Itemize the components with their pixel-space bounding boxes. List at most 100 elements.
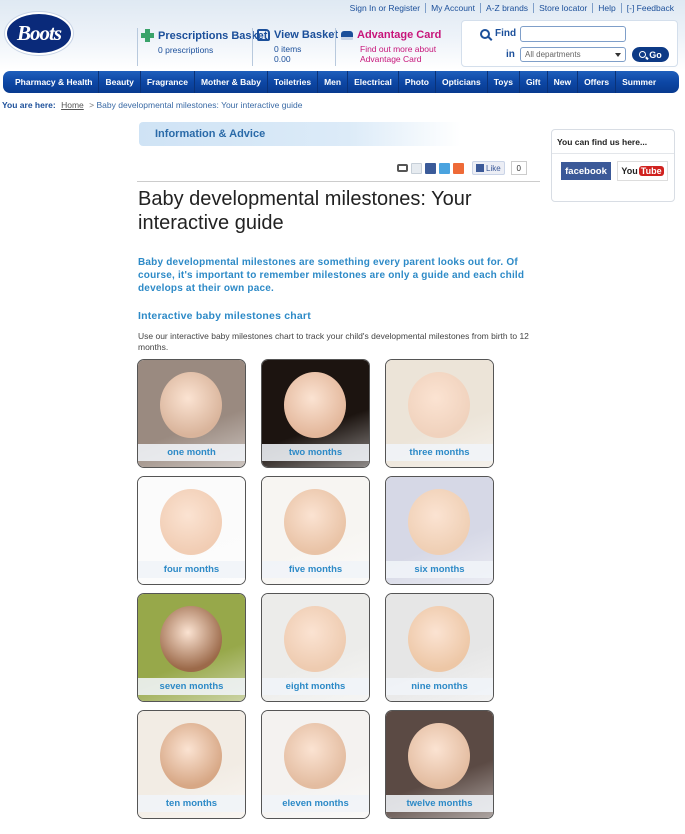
site-header: Boots Sign In or Register My Account A-Z… [0, 0, 685, 70]
main-nav: Pharmacy & Health Beauty Fragrance Mothe… [3, 71, 679, 93]
advantage-card-icon [341, 30, 353, 40]
find-label: Find [495, 28, 517, 39]
facebook-link[interactable]: facebook [561, 162, 611, 180]
social-panel-heading: You can find us here... [552, 130, 674, 154]
facebook-icon [476, 164, 484, 172]
milestone-label: seven months [138, 678, 245, 695]
boots-logo[interactable]: Boots [5, 12, 73, 55]
advantage-card-line2[interactable]: Advantage Card [341, 54, 441, 64]
my-account-link[interactable]: My Account [425, 3, 480, 13]
baby-face [408, 723, 470, 789]
divider [252, 28, 253, 66]
basket-items: 0 items [274, 44, 302, 54]
youtube-link[interactable]: You Tube [617, 161, 668, 181]
section-title: Information & Advice [155, 128, 266, 140]
baby-face [284, 372, 346, 438]
milestone-label: five months [262, 561, 369, 578]
youtube-you: You [621, 166, 638, 176]
nav-fragrance[interactable]: Fragrance [141, 71, 195, 93]
baby-face [284, 489, 346, 555]
prescriptions-basket[interactable]: Prescriptions Basket 0 prescriptions [141, 29, 267, 55]
nav-men[interactable]: Men [318, 71, 349, 93]
milestone-label: two months [262, 444, 369, 461]
milestone-tile[interactable]: nine months [385, 593, 494, 702]
milestone-label: twelve months [386, 795, 493, 812]
advantage-card-title[interactable]: Advantage Card [357, 29, 441, 41]
milestone-tile[interactable]: four months [137, 476, 246, 585]
milestone-tile[interactable]: five months [261, 476, 370, 585]
baby-face [160, 723, 222, 789]
milestone-tile[interactable]: six months [385, 476, 494, 585]
youtube-tube: Tube [638, 166, 664, 176]
divider [137, 28, 138, 66]
nav-toys[interactable]: Toys [488, 71, 520, 93]
addthis-icon[interactable] [453, 162, 464, 174]
milestone-tile[interactable]: three months [385, 359, 494, 468]
advantage-card[interactable]: Advantage Card Find out more about Advan… [341, 29, 441, 64]
advantage-card-line1[interactable]: Find out more about [341, 44, 441, 54]
top-links: Sign In or Register My Account A-Z brand… [345, 3, 679, 13]
twitter-share-icon[interactable] [439, 162, 450, 174]
go-button[interactable]: Go [632, 47, 669, 62]
milestone-tile[interactable]: two months [261, 359, 370, 468]
department-select[interactable]: All departments [520, 47, 626, 62]
baby-face [160, 372, 222, 438]
divider [137, 181, 540, 182]
breadcrumb-current: Baby developmental milestones: Your inte… [96, 100, 303, 110]
baby-face [408, 606, 470, 672]
milestone-tile[interactable]: twelve months [385, 710, 494, 819]
nav-electrical[interactable]: Electrical [348, 71, 399, 93]
facebook-share-icon[interactable] [425, 162, 436, 174]
in-label: in [506, 49, 515, 60]
milestone-label: six months [386, 561, 493, 578]
view-basket-title[interactable]: View Basket [274, 29, 338, 41]
baby-face [408, 372, 470, 438]
milestone-label: eleven months [262, 795, 369, 812]
nav-photo[interactable]: Photo [399, 71, 436, 93]
nav-pharmacy-health[interactable]: Pharmacy & Health [9, 71, 100, 93]
facebook-like-button[interactable]: Like [472, 161, 505, 175]
milestone-label: one month [138, 444, 245, 461]
search-input[interactable] [520, 26, 626, 42]
print-icon[interactable] [397, 164, 408, 172]
milestone-tile[interactable]: ten months [137, 710, 246, 819]
baby-face [284, 723, 346, 789]
nav-toiletries[interactable]: Toiletries [268, 71, 319, 93]
milestone-label: three months [386, 444, 493, 461]
nav-gift[interactable]: Gift [520, 71, 548, 93]
like-label: Like [486, 163, 501, 173]
chart-subheading: Interactive baby milestones chart [138, 310, 311, 322]
baby-face [160, 606, 222, 672]
breadcrumb: You are here: Home > Baby developmental … [2, 100, 303, 110]
az-brands-link[interactable]: A-Z brands [480, 3, 533, 13]
go-label: Go [649, 49, 662, 60]
nav-opticians[interactable]: Opticians [436, 71, 488, 93]
baby-face [408, 489, 470, 555]
breadcrumb-separator: > [89, 100, 95, 110]
milestone-label: nine months [386, 678, 493, 695]
milestone-label: four months [138, 561, 245, 578]
milestones-grid: one month two months three months four mont… [137, 359, 494, 819]
nav-offers[interactable]: Offers [578, 71, 617, 93]
milestone-label: ten months [138, 795, 245, 812]
milestone-tile[interactable]: one month [137, 359, 246, 468]
nav-summer[interactable]: Summer [616, 71, 662, 93]
milestone-tile[interactable]: seven months [137, 593, 246, 702]
nav-new[interactable]: New [548, 71, 579, 93]
pharmacy-cross-icon [141, 29, 154, 42]
milestone-tile[interactable]: eight months [261, 593, 370, 702]
feedback-link[interactable]: [-] Feedback [620, 3, 679, 13]
breadcrumb-prefix: You are here: [2, 100, 56, 110]
basket-icon [257, 29, 270, 41]
help-link[interactable]: Help [592, 3, 620, 13]
nav-mother-baby[interactable]: Mother & Baby [195, 71, 268, 93]
breadcrumb-home-link[interactable]: Home [61, 100, 84, 110]
sign-in-link[interactable]: Sign In or Register [345, 3, 425, 13]
prescriptions-count: 0 prescriptions [158, 45, 214, 55]
chevron-down-icon [615, 53, 621, 57]
nav-beauty[interactable]: Beauty [99, 71, 141, 93]
view-basket[interactable]: View Basket 0 items 0.00 [257, 29, 338, 64]
store-locator-link[interactable]: Store locator [533, 3, 592, 13]
email-icon[interactable] [411, 162, 422, 174]
milestone-tile[interactable]: eleven months [261, 710, 370, 819]
